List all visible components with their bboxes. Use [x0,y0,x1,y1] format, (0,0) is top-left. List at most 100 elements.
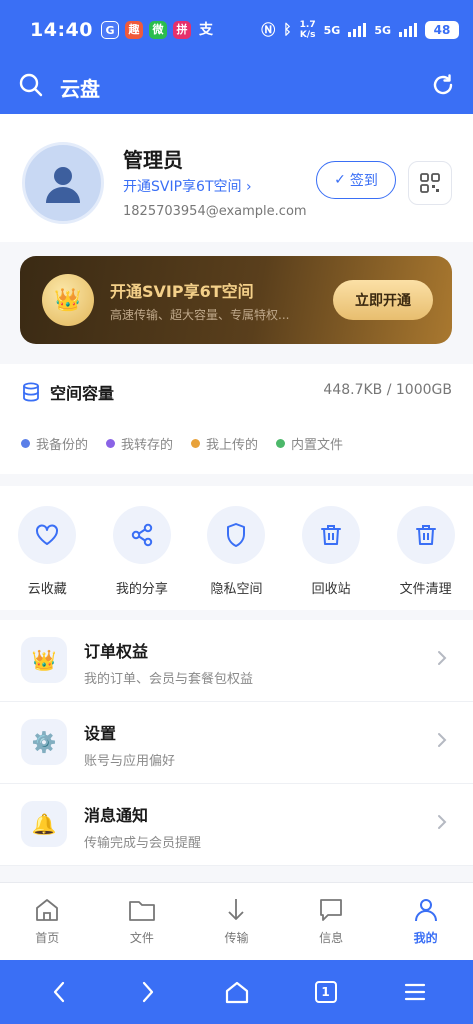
tool-label: 我的分享 [115,582,168,597]
tool-label: 文件清理 [399,582,452,597]
bluetooth-icon: ᛒ [283,22,292,38]
nav-label: 传输 [224,931,249,945]
app-icon-b: 趣 [124,21,143,39]
tool-my-shares[interactable]: 我的分享 [95,486,190,610]
forward-icon[interactable] [126,970,170,1014]
svip-banner-subtitle: 高速传输、超大容量、专属特权... [110,308,290,322]
checkin-button[interactable]: ✓ 签到 [316,161,396,199]
search-icon[interactable] [18,72,44,102]
trash-icon [302,506,361,564]
tool-recycle-bin[interactable]: 回收站 [284,486,379,610]
menu-item-orders[interactable]: 👑 订单权益 我的订单、会员与套餐包权益 [0,620,473,702]
menu-item-title: 消息通知 [84,806,149,825]
network-type-2: 5G [374,23,391,37]
tools-grid: 云收藏 我的分享 隐私空间 回收站 文件清理 [0,486,473,610]
tool-label: 回收站 [311,582,351,597]
profile-name: 管理员 [123,148,183,172]
qr-scan-button[interactable] [408,161,452,205]
message-icon [320,899,342,921]
crown-icon: 👑 [42,274,94,326]
avatar[interactable] [22,142,104,224]
storage-card: 空间容量 448.7KB / 1000GB 我备份的 我转存的 我上传的 内置文… [0,364,473,474]
share-icon [112,506,171,564]
gear-icon: ⚙️ [21,719,67,765]
status-time: 14:40 [30,19,93,41]
app-bar: 云盘 [0,60,473,114]
battery-icon: 48 [425,21,459,39]
svip-banner[interactable]: 👑 开通SVIP享6T空间 高速传输、超大容量、专属特权... 立即开通 [20,256,452,344]
home-icon [36,899,59,921]
legend-dot [191,439,201,448]
nav-label: 我的 [413,931,438,945]
tool-file-cleanup[interactable]: 文件清理 [378,486,473,610]
tool-label: 隐私空间 [210,582,263,597]
nav-transfer[interactable]: 传输 [189,883,284,960]
refresh-icon[interactable] [431,73,455,101]
storage-legend: 我备份的 我转存的 我上传的 内置文件 [21,434,343,453]
nav-home[interactable]: 首页 [0,883,95,960]
menu-icon[interactable] [393,970,437,1014]
tabs-count: 1 [314,981,337,1003]
chevron-right-icon [437,732,447,752]
status-bar: 14:40 G 趣 微 拼 支 Ⓝ ᛒ 1.7 K/s 5G 5G 48 [0,0,473,60]
nav-label: 首页 [35,931,60,945]
back-icon[interactable] [37,970,81,1014]
heart-icon [18,506,77,564]
nav-label: 文件 [129,931,154,945]
system-nav-bar: 1 [0,960,473,1024]
profile-card: 管理员 开通SVIP享6T空间 › 1825703954@example.com… [0,114,473,242]
svip-promo-link[interactable]: 开通SVIP享6T空间 › [123,176,252,196]
menu-item-notifications[interactable]: 🔔 消息通知 传输完成与会员提醒 [0,784,473,866]
legend-dot [276,439,286,448]
trash-icon [396,506,455,564]
notification-app-icons: G 趣 微 拼 支 [100,21,215,39]
content-area: 管理员 开通SVIP享6T空间 › 1825703954@example.com… [0,114,473,882]
storage-title: 空间容量 [50,384,115,403]
app-icon-alipay: 支 [198,22,213,38]
database-icon [22,382,40,406]
signal-icon-2 [399,23,417,37]
menu-item-settings[interactable]: ⚙️ 设置 账号与应用偏好 [0,702,473,784]
legend-dot [21,439,30,448]
network-speed: 1.7 K/s [299,20,316,40]
home-icon[interactable] [215,970,259,1014]
tool-private-space[interactable]: 隐私空间 [189,486,284,610]
menu-item-subtitle: 账号与应用偏好 [84,754,176,769]
open-svip-button[interactable]: 立即开通 [333,280,433,320]
nav-messages[interactable]: 信息 [284,883,379,960]
user-icon [46,167,80,203]
checkin-label: 签到 [349,173,378,189]
crown-icon: 👑 [21,637,67,683]
download-arrow-icon [228,899,245,920]
app-title: 云盘 [60,76,100,101]
signal-icon-1 [348,23,367,37]
app-icon-c: 拼 [172,21,191,39]
nav-mine[interactable]: 我的 [378,883,473,960]
legend-item[interactable]: 我转存的 [106,434,173,453]
chevron-right-icon [437,650,447,670]
nav-label: 信息 [319,931,344,945]
network-type-1: 5G [323,23,341,37]
settings-menu: 👑 订单权益 我的订单、会员与套餐包权益 ⚙️ 设置 账号与应用偏好 🔔 消息通… [0,620,473,866]
menu-item-subtitle: 传输完成与会员提醒 [84,836,202,851]
legend-item[interactable]: 内置文件 [276,434,343,453]
app-icon-a: G [100,21,119,39]
qr-icon [420,173,440,193]
chevron-right-icon [437,814,447,834]
legend-item[interactable]: 我备份的 [21,434,88,453]
tabs-icon[interactable]: 1 [304,970,348,1014]
menu-item-title: 设置 [84,724,117,743]
profile-email: 1825703954@example.com [123,204,307,219]
storage-usage: 448.7KB / 1000GB [323,382,452,398]
menu-item-subtitle: 我的订单、会员与套餐包权益 [84,672,254,687]
tool-cloud-favorites[interactable]: 云收藏 [0,486,95,610]
tool-label: 云收藏 [27,582,67,597]
folder-icon [128,901,155,921]
user-icon [414,899,437,922]
svip-banner-title: 开通SVIP享6T空间 [110,282,254,301]
nfc-icon: Ⓝ [261,23,276,39]
shield-icon [207,506,266,564]
bottom-nav: 首页 文件 传输 信息 我的 [0,882,473,960]
legend-item[interactable]: 我上传的 [191,434,258,453]
nav-files[interactable]: 文件 [95,883,190,960]
